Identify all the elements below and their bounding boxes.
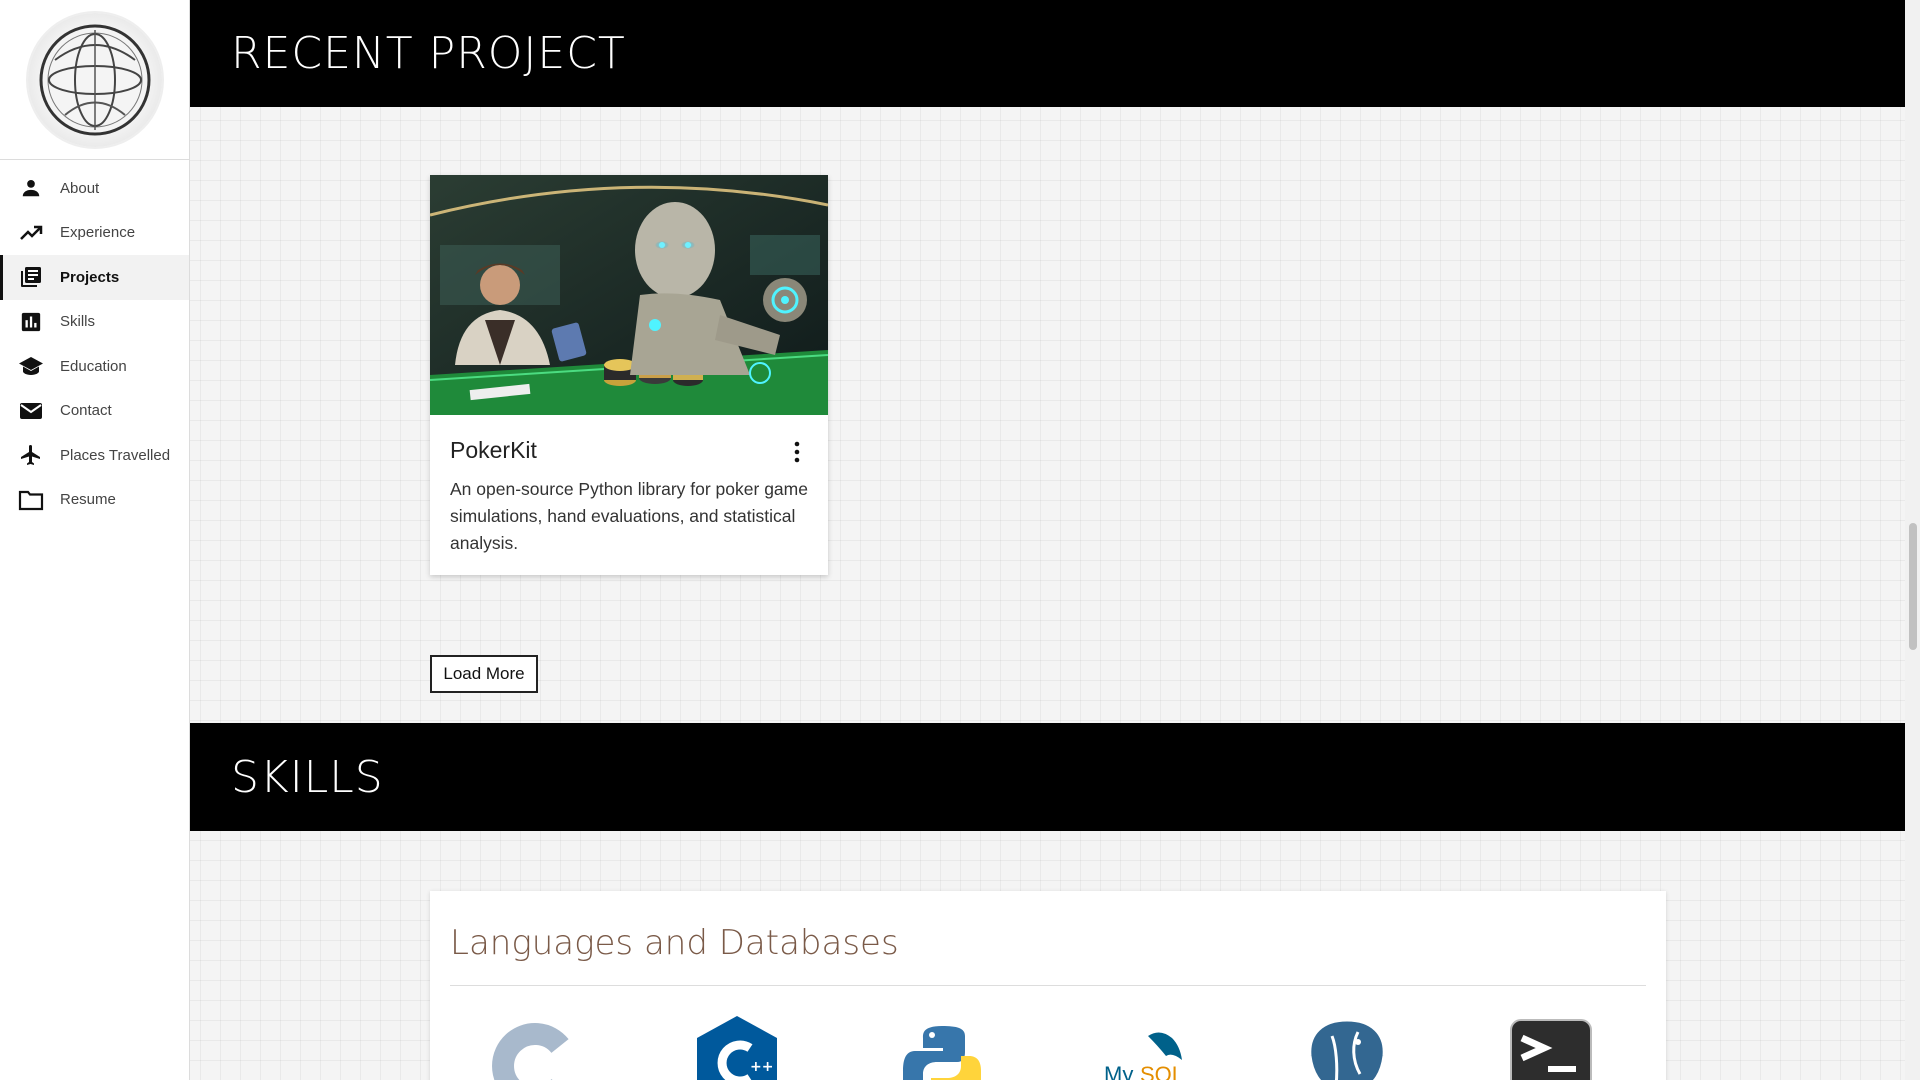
- svg-text:++: ++: [750, 1059, 773, 1075]
- sidebar-item-label: Places Travelled: [60, 446, 171, 464]
- project-card-body: PokerKit An open-source Python library f…: [430, 415, 828, 557]
- page-scrollbar[interactable]: [1905, 0, 1920, 1080]
- trending-up-icon: [18, 220, 44, 246]
- sidebar-item-skills[interactable]: Skills: [0, 300, 189, 345]
- sidebar-item-contact[interactable]: Contact: [0, 389, 189, 434]
- load-more-button[interactable]: Load More: [430, 655, 538, 693]
- sidebar-nav: About Experience Projects Skills Educati…: [0, 160, 189, 522]
- project-card[interactable]: PokerKit An open-source Python library f…: [430, 175, 828, 575]
- sidebar-item-projects[interactable]: Projects: [0, 255, 189, 300]
- sidebar-item-label: Skills: [60, 313, 96, 331]
- sidebar-item-label: Experience: [60, 224, 136, 242]
- school-icon: [18, 353, 44, 379]
- mysql-icon: My SQL: [1104, 1032, 1184, 1080]
- scrollbar-thumb[interactable]: [1909, 523, 1917, 650]
- skills-category-title: Languages and Databases: [450, 923, 899, 963]
- person-icon: [18, 175, 44, 201]
- skills-card: Languages and Databases ++ My SQL: [430, 891, 1666, 1080]
- project-card-description: An open-source Python library for poker …: [450, 479, 808, 553]
- divider: [450, 985, 1646, 986]
- postgresql-icon: [1308, 1018, 1386, 1080]
- sidebar-item-about[interactable]: About: [0, 166, 189, 211]
- projects-section-header: RECENT PROJECT: [190, 0, 1905, 107]
- svg-text:SQL: SQL: [1140, 1062, 1184, 1080]
- sidebar-item-label: Projects: [60, 268, 120, 286]
- sidebar: About Experience Projects Skills Educati…: [0, 0, 190, 1080]
- mail-icon: [18, 398, 44, 424]
- main-content: RECENT PROJECT PokerKit An open-source P…: [190, 0, 1905, 1080]
- library-books-icon: [18, 264, 44, 290]
- logo-container: [0, 0, 189, 160]
- sidebar-item-places-travelled[interactable]: Places Travelled: [0, 433, 189, 478]
- cpp-language-icon: ++: [697, 1016, 777, 1080]
- folder-icon: [18, 487, 44, 513]
- bar-chart-icon: [18, 309, 44, 335]
- sidebar-item-label: Education: [60, 357, 127, 375]
- c-language-icon: [492, 1023, 569, 1080]
- svg-text:My: My: [1104, 1062, 1133, 1080]
- sidebar-item-education[interactable]: Education: [0, 344, 189, 389]
- sidebar-item-label: Resume: [60, 491, 116, 509]
- site-logo[interactable]: [27, 12, 162, 147]
- airplane-icon: [18, 442, 44, 468]
- sidebar-item-label: Contact: [60, 402, 112, 420]
- sidebar-item-resume[interactable]: Resume: [0, 478, 189, 523]
- terminal-icon: [1510, 1019, 1592, 1080]
- more-options-icon[interactable]: [792, 441, 802, 463]
- skills-section-header: SKILLS: [190, 723, 1905, 831]
- project-card-title: PokerKit: [450, 437, 537, 463]
- sidebar-item-experience[interactable]: Experience: [0, 211, 189, 256]
- project-card-image: [430, 175, 828, 415]
- python-icon: [903, 1026, 981, 1080]
- sidebar-item-label: About: [60, 179, 100, 197]
